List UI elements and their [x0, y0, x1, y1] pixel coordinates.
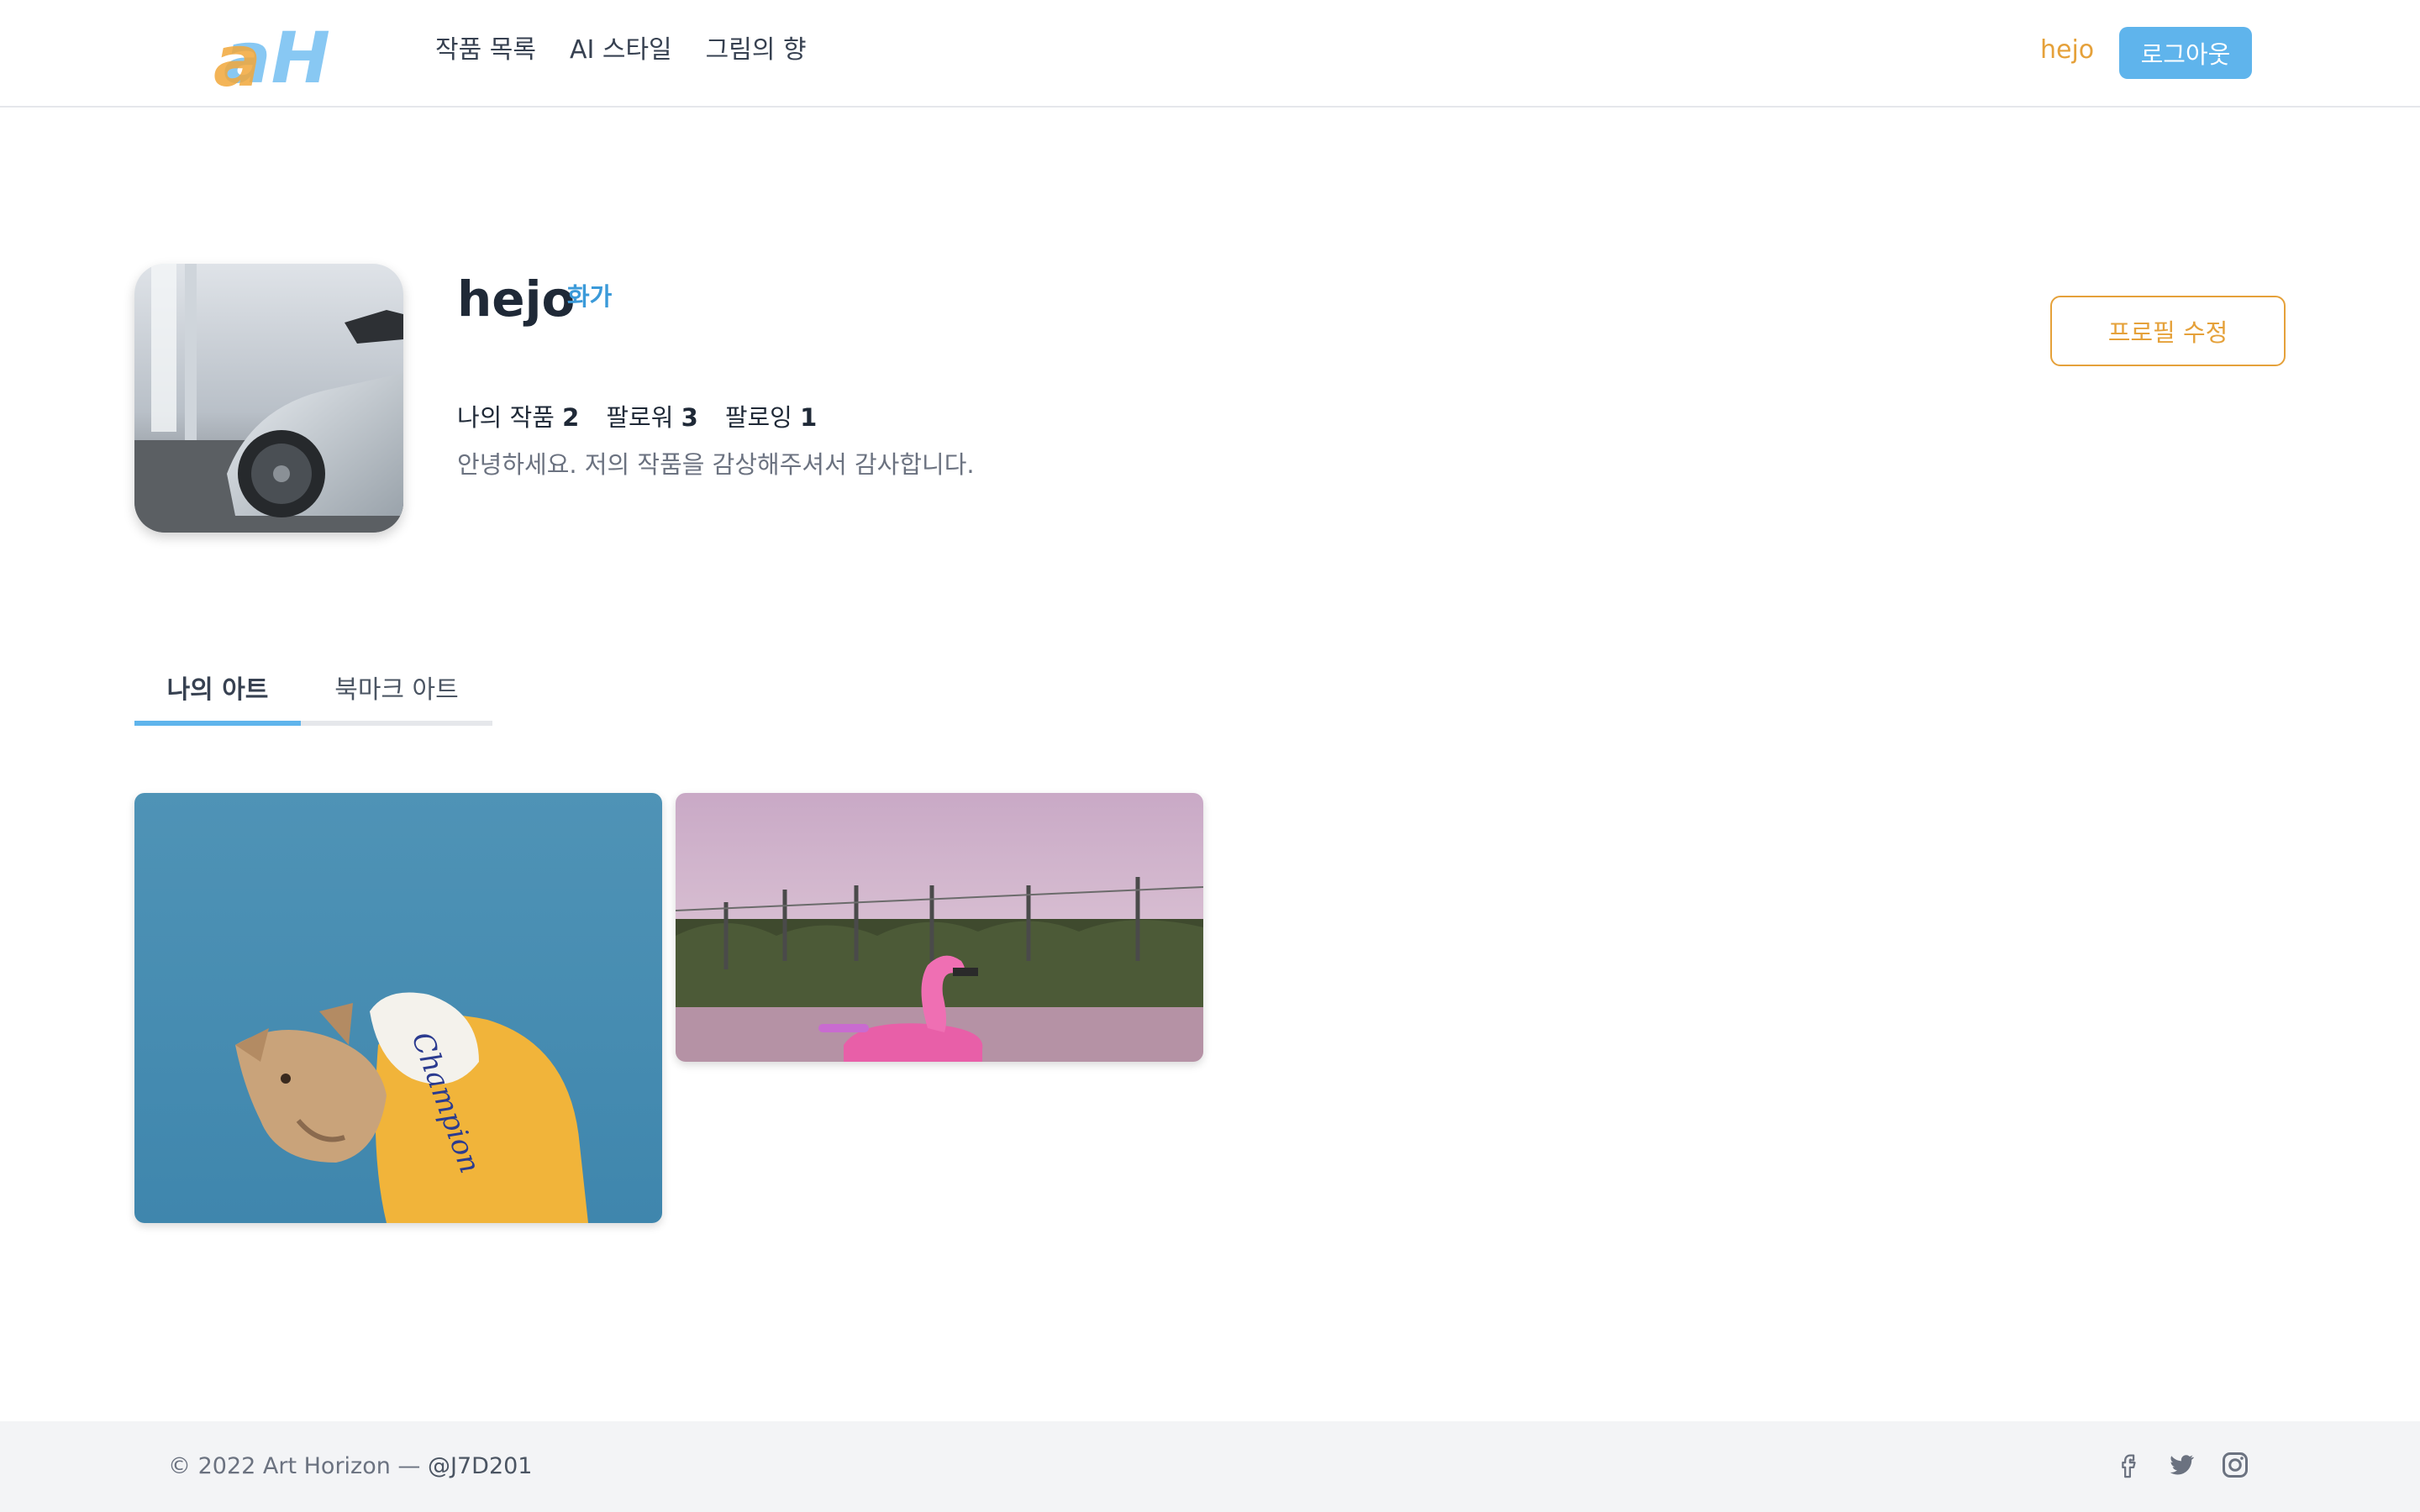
- instagram-icon[interactable]: [2218, 1448, 2252, 1482]
- team-handle[interactable]: @J7D201: [428, 1453, 532, 1479]
- footer: © 2022 Art Horizon — @J7D201: [0, 1421, 2420, 1512]
- logout-button[interactable]: 로그아웃: [2119, 27, 2252, 79]
- profile-name: hejo: [457, 270, 576, 328]
- current-user-link[interactable]: hejo: [2040, 30, 2094, 71]
- tab-my-art[interactable]: 나의 아트: [134, 672, 301, 709]
- active-tab-indicator: [134, 721, 301, 726]
- top-navbar: aH a 작품 목록 AI 스타일 그림의 향 hejo 로그아웃: [0, 0, 2420, 108]
- artwork-image-dog: Champion: [134, 793, 662, 1223]
- social-links: [2111, 1448, 2252, 1482]
- artwork-card[interactable]: Champion: [134, 793, 662, 1223]
- nav-item-scent-of-art[interactable]: 그림의 향: [706, 30, 807, 71]
- tab-bookmark-art[interactable]: 북마크 아트: [301, 672, 492, 709]
- artwork-card[interactable]: [676, 793, 1203, 1062]
- artwork-image-flamingo: [676, 793, 1203, 1062]
- stat-following[interactable]: 팔로잉 1: [725, 398, 817, 433]
- svg-text:a: a: [213, 20, 261, 94]
- twitter-icon[interactable]: [2165, 1448, 2198, 1482]
- profile-bio: 안녕하세요. 저의 작품을 감상해주셔서 감사합니다.: [457, 450, 975, 479]
- stat-followers[interactable]: 팔로워 3: [606, 398, 697, 433]
- edit-profile-button[interactable]: 프로필 수정: [2050, 296, 2286, 366]
- nav-item-artworks[interactable]: 작품 목록: [435, 30, 536, 71]
- profile-avatar: [134, 264, 403, 533]
- main-nav: 작품 목록 AI 스타일 그림의 향: [435, 30, 807, 71]
- profile-stats: 나의 작품 2 팔로워 3 팔로잉 1: [457, 398, 817, 433]
- footer-copyright: © 2022 Art Horizon — @J7D201: [168, 1453, 533, 1479]
- role-badge: 화가: [567, 282, 613, 311]
- nav-item-ai-style[interactable]: AI 스타일: [570, 30, 672, 71]
- art-horizon-logo[interactable]: aH a: [207, 13, 355, 94]
- stat-artworks: 나의 작품 2: [457, 403, 580, 432]
- profile-tabs: 나의 아트 북마크 아트: [134, 664, 492, 726]
- facebook-icon[interactable]: [2111, 1448, 2144, 1482]
